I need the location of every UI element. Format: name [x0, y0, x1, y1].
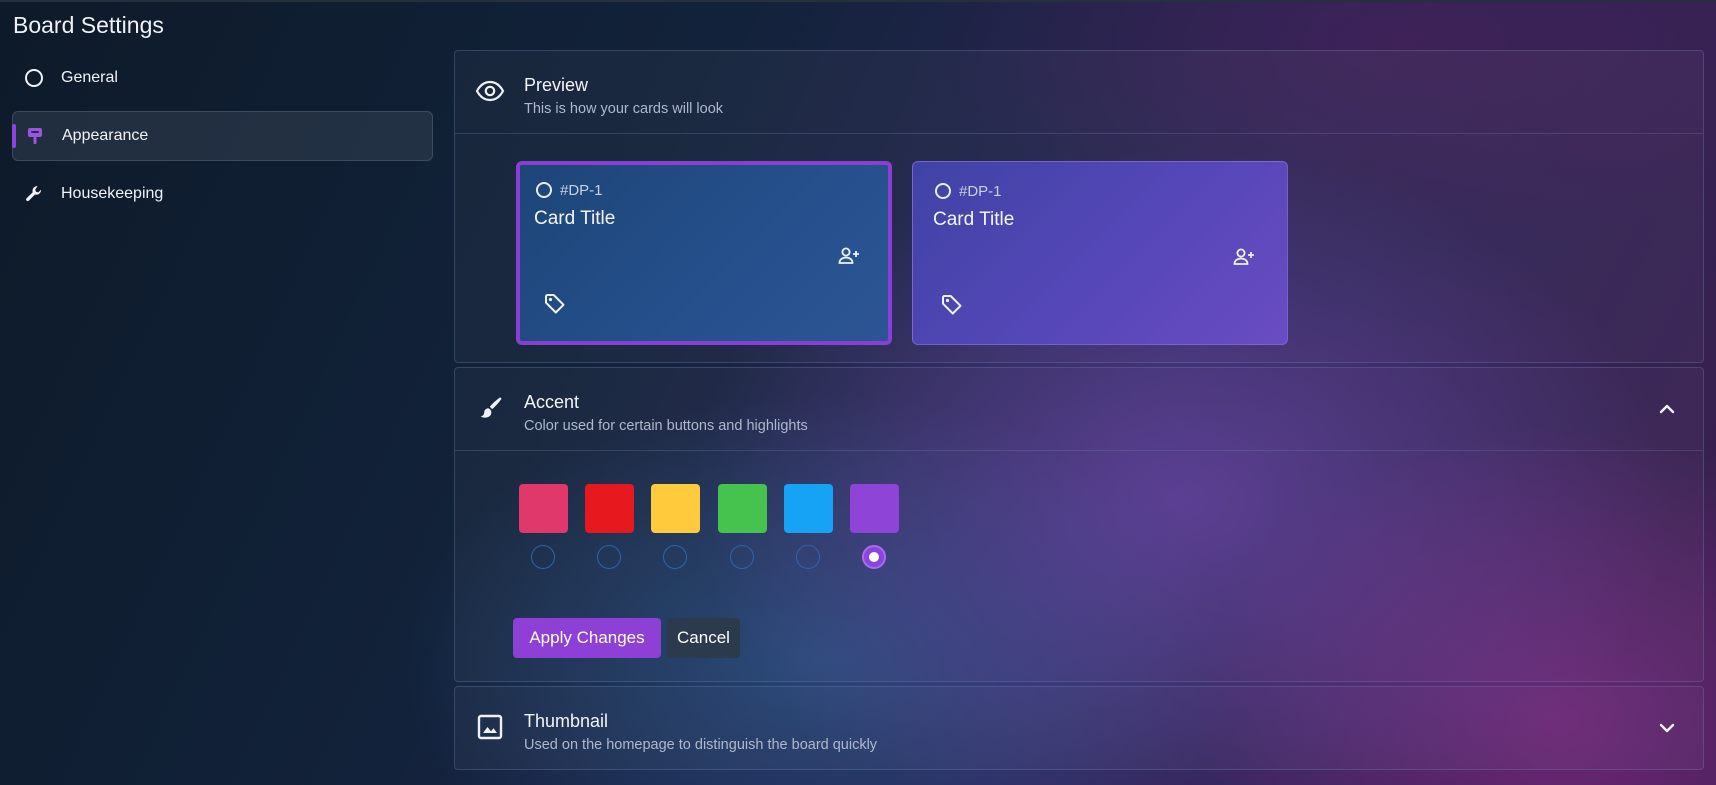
preview-title: Preview — [524, 75, 589, 95]
sidebar-item-housekeeping[interactable]: Housekeeping — [12, 170, 433, 218]
accent-color-radio[interactable] — [862, 545, 886, 569]
settings-sidebar: General Appearance Housekeeping — [12, 54, 433, 227]
thumbnail-subtitle: Used on the homepage to distinguish the … — [524, 737, 878, 753]
cancel-button[interactable]: Cancel — [667, 618, 740, 658]
card-id: #DP-1 — [959, 183, 1002, 200]
thumbnail-panel-header[interactable]: Thumbnail Used on the homepage to distin… — [455, 687, 1703, 769]
page-title: Board Settings — [13, 12, 164, 38]
preview-card-selected[interactable]: #DP-1 Card Title — [516, 161, 892, 345]
accent-color-swatch[interactable] — [585, 484, 634, 533]
accent-color-radio[interactable] — [597, 545, 621, 569]
sidebar-item-label: Housekeeping — [61, 185, 164, 202]
preview-panel: Preview This is how your cards will look… — [454, 50, 1704, 363]
image-icon — [475, 712, 505, 742]
wrench-icon — [22, 182, 46, 206]
accent-color-swatch[interactable] — [850, 484, 899, 533]
brush-icon — [475, 393, 505, 423]
thumbnail-title: Thumbnail — [524, 711, 609, 731]
accent-color-radio[interactable] — [730, 545, 754, 569]
sidebar-item-appearance[interactable]: Appearance — [12, 111, 433, 161]
preview-subtitle: This is how your cards will look — [524, 101, 724, 117]
paint-roller-icon — [23, 124, 47, 148]
window-top-border — [0, 0, 1716, 2]
chevron-down-icon[interactable] — [1655, 716, 1679, 740]
accent-color-radio[interactable] — [663, 545, 687, 569]
tag-icon[interactable] — [542, 291, 568, 317]
preview-card[interactable]: #DP-1 Card Title — [912, 161, 1288, 345]
thumbnail-panel: Thumbnail Used on the homepage to distin… — [454, 686, 1704, 770]
sidebar-item-general[interactable]: General — [12, 54, 433, 102]
accent-color-swatch[interactable] — [718, 484, 767, 533]
card-status-circle — [536, 182, 552, 198]
accent-title: Accent — [524, 392, 580, 412]
accent-color-swatch[interactable] — [651, 484, 700, 533]
accent-subtitle: Color used for certain buttons and highl… — [524, 418, 808, 434]
circle-icon — [22, 66, 46, 90]
card-status-circle — [935, 183, 951, 199]
card-title: Card Title — [534, 208, 616, 229]
accent-color-swatch[interactable] — [519, 484, 568, 533]
preview-panel-header: Preview This is how your cards will look — [455, 51, 1703, 134]
card-id: #DP-1 — [560, 182, 603, 199]
eye-icon — [475, 76, 505, 106]
card-title: Card Title — [933, 209, 1015, 230]
accent-color-swatch[interactable] — [784, 484, 833, 533]
accent-color-radio[interactable] — [796, 545, 820, 569]
accent-panel-header[interactable]: Accent Color used for certain buttons an… — [455, 368, 1703, 451]
apply-changes-button[interactable]: Apply Changes — [513, 618, 661, 658]
add-member-icon[interactable] — [836, 243, 862, 269]
accent-color-radio[interactable] — [531, 545, 555, 569]
tag-icon[interactable] — [939, 292, 965, 318]
sidebar-item-label: General — [61, 69, 118, 86]
sidebar-item-label: Appearance — [62, 127, 149, 144]
add-member-icon[interactable] — [1231, 244, 1257, 270]
chevron-up-icon[interactable] — [1655, 397, 1679, 421]
